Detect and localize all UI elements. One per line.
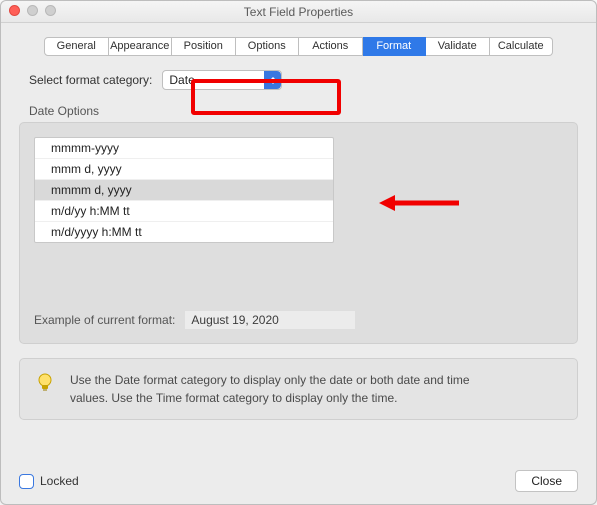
window-controls: [9, 5, 56, 16]
date-options-panel: mmmm-yyyy mmm d, yyyy mmmm d, yyyy m/d/y…: [19, 122, 578, 344]
hint-text: Use the Date format category to display …: [70, 371, 510, 407]
format-category-label: Select format category:: [29, 73, 152, 87]
tab-calculate[interactable]: Calculate: [490, 37, 554, 56]
format-category-value: Date: [169, 73, 194, 87]
window-title: Text Field Properties: [244, 5, 353, 19]
checkbox-box-icon: [19, 474, 34, 489]
locked-label: Locked: [40, 474, 79, 488]
tab-general[interactable]: General: [44, 37, 109, 56]
tab-position[interactable]: Position: [172, 37, 236, 56]
titlebar: Text Field Properties: [1, 1, 596, 23]
example-label: Example of current format:: [34, 313, 175, 327]
dropdown-caret-icon: [264, 71, 281, 89]
close-button[interactable]: Close: [515, 470, 578, 492]
tab-validate[interactable]: Validate: [426, 37, 490, 56]
tab-options[interactable]: Options: [236, 37, 300, 56]
date-options-title: Date Options: [29, 104, 578, 118]
example-value: August 19, 2020: [185, 311, 355, 329]
close-window-icon[interactable]: [9, 5, 20, 16]
tab-bar: General Appearance Position Options Acti…: [44, 37, 553, 56]
lightbulb-icon: [34, 371, 56, 393]
tab-format[interactable]: Format: [363, 37, 427, 56]
zoom-window-icon: [45, 5, 56, 16]
list-item[interactable]: mmmm-yyyy: [35, 138, 333, 159]
list-item[interactable]: m/d/yy h:MM tt: [35, 201, 333, 222]
tab-appearance[interactable]: Appearance: [109, 37, 173, 56]
properties-window: Text Field Properties General Appearance…: [0, 0, 597, 505]
list-item[interactable]: m/d/yyyy h:MM tt: [35, 222, 333, 242]
list-item[interactable]: mmm d, yyyy: [35, 159, 333, 180]
list-item[interactable]: mmmm d, yyyy: [35, 180, 333, 201]
hint-panel: Use the Date format category to display …: [19, 358, 578, 420]
tab-actions[interactable]: Actions: [299, 37, 363, 56]
date-format-list[interactable]: mmmm-yyyy mmm d, yyyy mmmm d, yyyy m/d/y…: [34, 137, 334, 243]
format-category-select[interactable]: Date: [162, 70, 282, 90]
minimize-window-icon: [27, 5, 38, 16]
locked-checkbox[interactable]: Locked: [19, 474, 79, 489]
